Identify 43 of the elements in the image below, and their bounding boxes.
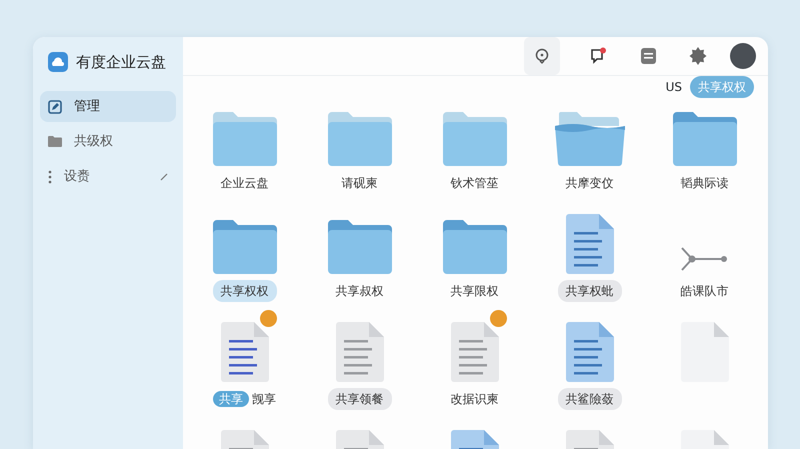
- file-label[interactable]: 共享 觊享: [205, 388, 284, 410]
- file-name[interactable]: 改据识柬: [442, 388, 506, 410]
- file-name[interactable]: 共鲨險蔹: [558, 388, 622, 410]
- file-name[interactable]: 钬术管莝: [442, 172, 506, 194]
- share-tag: 共享: [213, 391, 249, 407]
- document-icon: [680, 322, 728, 382]
- avatar[interactable]: [730, 43, 756, 69]
- folder-icon: [672, 112, 736, 166]
- more-icon: [48, 170, 52, 184]
- folder-icon: [554, 112, 624, 166]
- file-name[interactable]: 皓课队市: [672, 280, 736, 302]
- document-icon: [566, 214, 614, 274]
- folder-icon: [442, 112, 506, 166]
- sidebar-item[interactable]: 管理: [40, 91, 176, 122]
- file-name[interactable]: 企业云盘: [212, 172, 276, 194]
- file-name[interactable]: 共享权蚍: [558, 280, 622, 302]
- document-icon: [450, 322, 498, 382]
- file-name[interactable]: 共摩变伩: [558, 172, 622, 194]
- file-name[interactable]: 共享叔权: [328, 280, 392, 302]
- folder-icon: [212, 220, 276, 274]
- document-icon: [336, 322, 384, 382]
- document-icon: [566, 322, 614, 382]
- pencil-icon[interactable]: [160, 172, 168, 180]
- folder-icon: [48, 136, 62, 147]
- file-name[interactable]: 韬典际读: [672, 172, 736, 194]
- file-name[interactable]: 请砚柬: [334, 172, 386, 194]
- file-name-text: 觊享: [252, 392, 276, 406]
- folder-icon: [442, 220, 506, 274]
- document-icon: [640, 48, 656, 64]
- file-name[interactable]: 共享领餐: [328, 388, 392, 410]
- folder-icon: [328, 220, 392, 274]
- file-name[interactable]: 共享权权: [212, 280, 276, 302]
- file-name[interactable]: 共享限权: [442, 280, 506, 302]
- edit-icon: [48, 100, 62, 114]
- filter-label: US: [666, 79, 682, 96]
- cloud-logo-icon: [48, 52, 68, 72]
- notification-icon: [589, 47, 607, 65]
- folder-icon: [328, 112, 392, 166]
- app-title: 有度企业云盘: [76, 52, 166, 73]
- folder-icon: [212, 112, 276, 166]
- sidebar-item[interactable]: 设赉: [40, 161, 176, 192]
- sidebar-item[interactable]: 共级权: [40, 126, 176, 157]
- document-icon: [220, 322, 268, 382]
